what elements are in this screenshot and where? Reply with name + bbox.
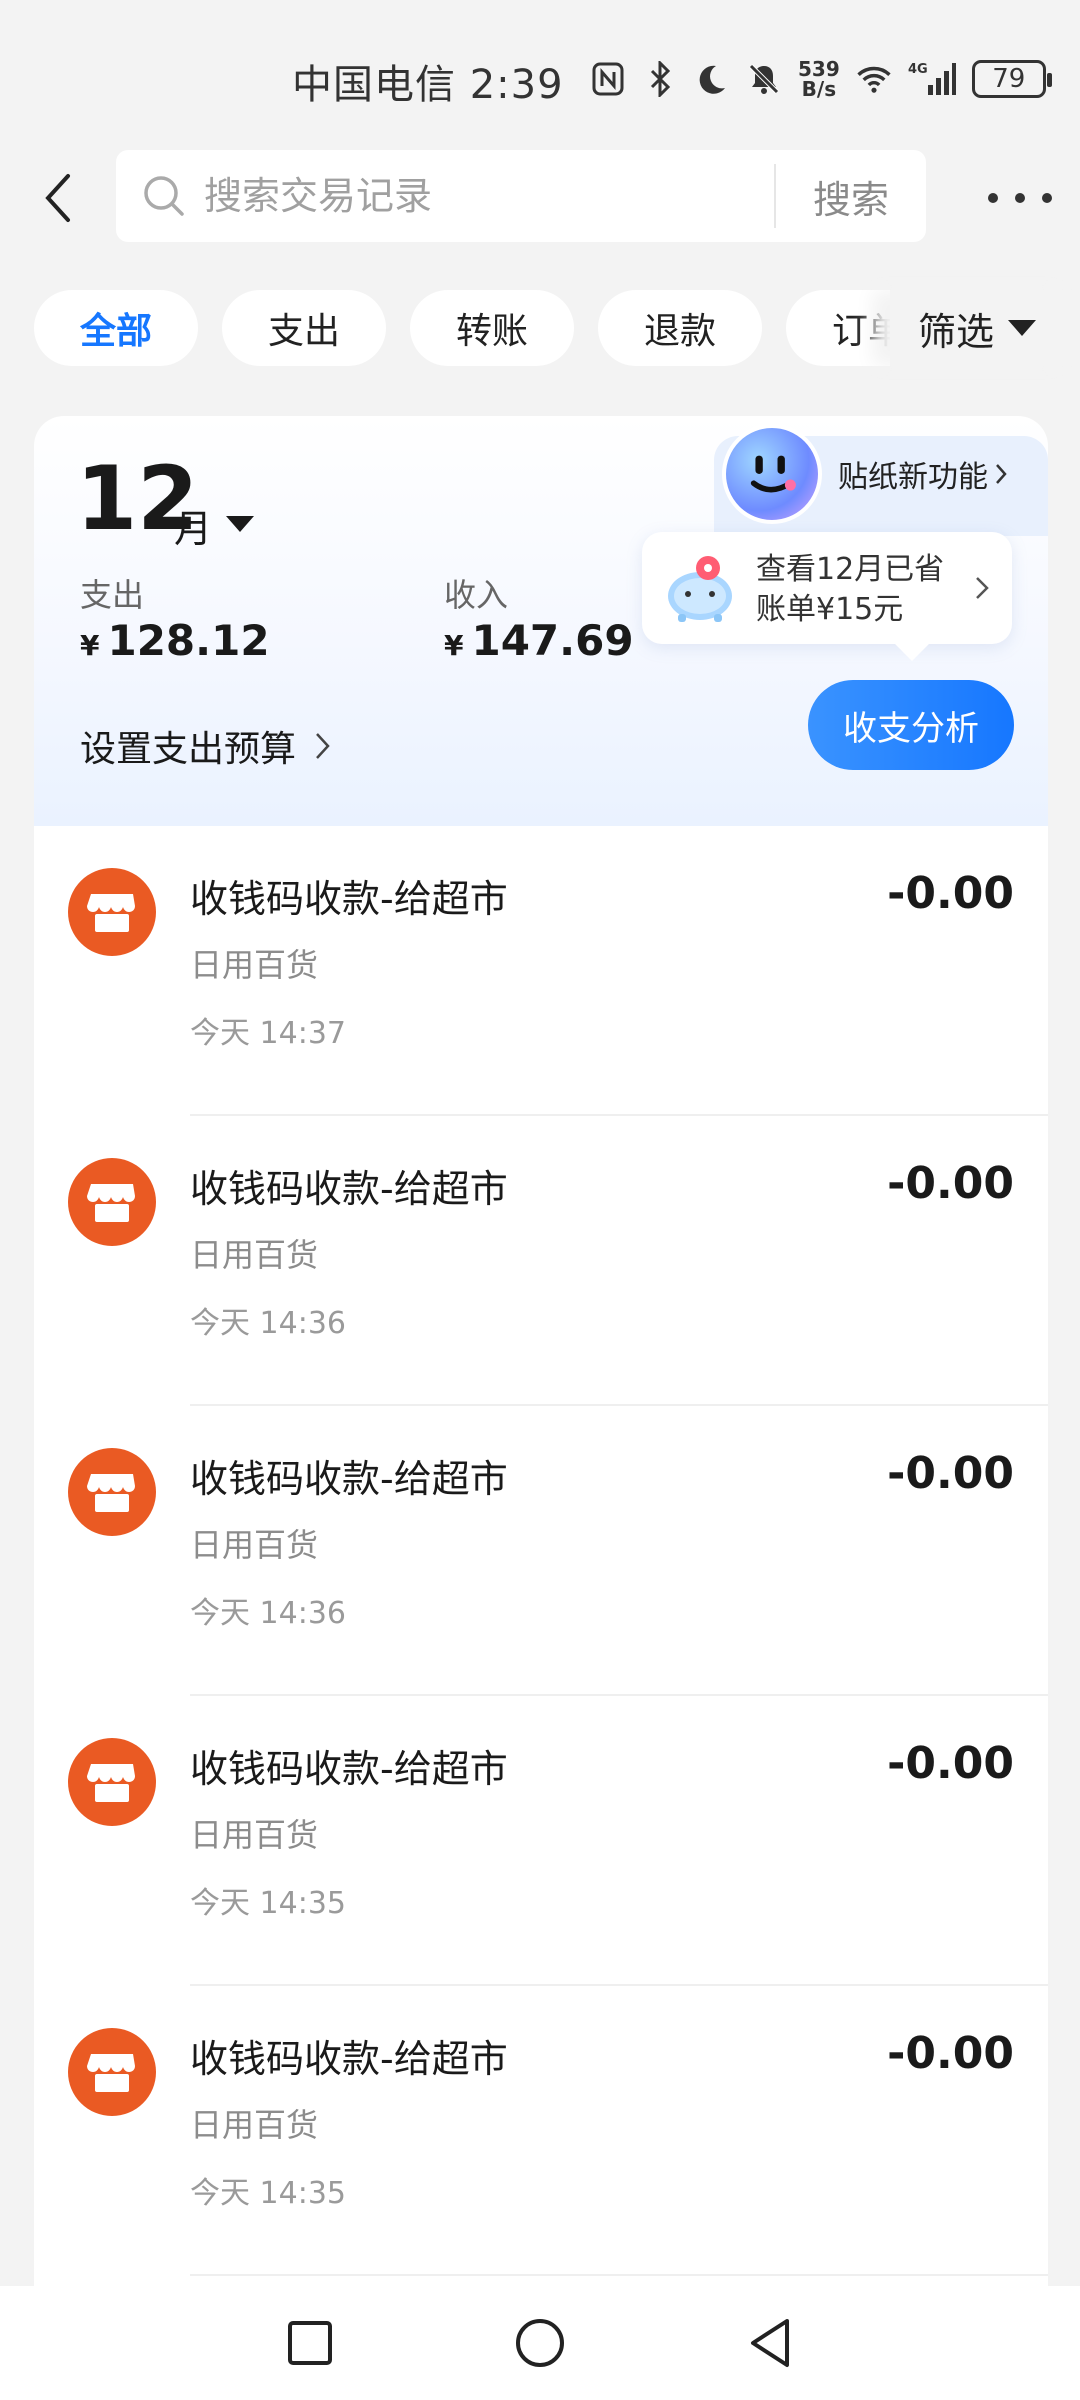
back-arrow-icon	[45, 174, 70, 222]
signal-icon: 4G	[908, 61, 956, 97]
row-divider	[190, 2274, 1048, 2276]
transaction-row[interactable]: 收钱码收款-给超市 日用百货 今天 14:36 -0.00	[34, 1406, 1048, 1696]
transaction-row[interactable]: 收钱码收款-给超市 日用百货 今天 14:37 -0.00	[34, 826, 1048, 1116]
search-box[interactable]: 搜索	[116, 150, 926, 242]
mute-bell-icon	[746, 61, 782, 97]
filter-button[interactable]: 筛选	[890, 290, 1080, 366]
savings-line-2: 账单¥15元	[756, 592, 904, 627]
transaction-time: 今天 14:37	[190, 1016, 346, 1051]
store-icon	[68, 1158, 156, 1246]
savings-text: 查看12月已省 账单¥15元	[756, 550, 944, 630]
recents-button[interactable]	[280, 2313, 340, 2373]
circle-icon	[516, 2319, 564, 2367]
filter-label: 筛选	[918, 309, 995, 354]
income-expense-analysis-button[interactable]: 收支分析	[808, 680, 1014, 770]
net-speed-unit: B/s	[801, 77, 837, 101]
transaction-title: 收钱码收款-给超市	[190, 1747, 508, 1791]
moon-icon	[694, 61, 730, 97]
transaction-category: 日用百货	[190, 1236, 319, 1274]
status-icons: 539 B/s 4G 79	[590, 52, 1052, 106]
month-unit[interactable]: 月	[174, 498, 212, 553]
store-icon	[68, 1448, 156, 1536]
search-icon	[144, 176, 184, 216]
status-bar: 中国电信 2:39 539 B/s 4G 79	[0, 0, 1080, 150]
more-dot-icon	[1042, 193, 1052, 203]
chevron-right-icon	[996, 464, 1007, 484]
square-icon	[288, 2321, 332, 2365]
transaction-time: 今天 14:35	[190, 2176, 346, 2211]
more-options-button[interactable]	[988, 178, 1052, 218]
transaction-time: 今天 14:36	[190, 1306, 346, 1341]
expense-currency: ¥	[80, 629, 100, 662]
system-navigation-bar	[0, 2286, 1080, 2400]
income-currency: ¥	[444, 629, 464, 662]
transaction-category: 日用百货	[190, 2106, 319, 2144]
store-icon	[68, 2028, 156, 2116]
triangle-back-icon	[751, 2319, 789, 2367]
transaction-list: 收钱码收款-给超市 日用百货 今天 14:37 -0.00 收钱码收款-给超市 …	[34, 826, 1048, 2286]
system-back-button[interactable]	[740, 2313, 800, 2373]
sticker-new-feature-link[interactable]: 贴纸新功能	[838, 452, 1008, 496]
battery-level: 79	[992, 64, 1026, 94]
net-speed-value: 539	[798, 57, 840, 81]
caret-down-icon	[1008, 320, 1037, 336]
transaction-row[interactable]: 收钱码收款-给超市 日用百货 今天 14:35 -0.00	[34, 1986, 1048, 2276]
net-speed: 539 B/s	[798, 59, 840, 99]
transaction-category: 日用百货	[190, 1526, 319, 1564]
transaction-amount: -0.00	[887, 868, 1014, 919]
transaction-time: 今天 14:36	[190, 1596, 346, 1631]
transaction-title: 收钱码收款-给超市	[190, 877, 508, 921]
transaction-category: 日用百货	[190, 946, 319, 984]
transaction-category: 日用百货	[190, 1816, 319, 1854]
more-dot-icon	[988, 193, 998, 203]
more-dot-icon	[1015, 193, 1025, 203]
back-button[interactable]	[28, 168, 88, 228]
transaction-title: 收钱码收款-给超市	[190, 1167, 508, 1211]
piggy-bank-icon	[668, 556, 732, 622]
tab-all[interactable]: 全部	[34, 290, 198, 366]
month-dropdown-icon[interactable]	[226, 516, 254, 532]
filter-tabs: 全部 支出 转账 退款 订单 筛选	[0, 290, 1080, 370]
network-type-label: 4G	[908, 62, 928, 77]
bluetooth-icon	[642, 61, 678, 97]
search-input[interactable]	[188, 174, 774, 218]
transaction-time: 今天 14:35	[190, 1886, 346, 1921]
transaction-amount: -0.00	[887, 1448, 1014, 1499]
set-budget-link[interactable]: 设置支出预算	[80, 720, 332, 772]
transaction-amount: -0.00	[887, 2028, 1014, 2079]
wifi-icon	[856, 61, 892, 97]
carrier-time: 中国电信 2:39	[292, 62, 564, 108]
transaction-row[interactable]: 收钱码收款-给超市 日用百货 今天 14:35 -0.00	[34, 1696, 1048, 1986]
income-value: ¥147.69	[444, 616, 634, 665]
sticker-mascot-icon[interactable]	[722, 424, 822, 524]
expense-amount: 128.12	[107, 616, 270, 665]
battery-indicator: 79	[971, 60, 1052, 98]
transaction-amount: -0.00	[887, 1738, 1014, 1789]
transaction-row[interactable]: 收钱码收款-给超市 日用百货 今天 14:36 -0.00	[34, 1116, 1048, 1406]
income-amount: 147.69	[471, 616, 634, 665]
home-button[interactable]	[510, 2313, 570, 2373]
tab-refund[interactable]: 退款	[598, 290, 762, 366]
chevron-right-icon	[976, 577, 989, 599]
tab-transfer[interactable]: 转账	[410, 290, 574, 366]
budget-label: 设置支出预算	[80, 729, 297, 770]
transaction-title: 收钱码收款-给超市	[190, 2037, 508, 2081]
savings-line-1: 查看12月已省	[756, 552, 945, 587]
store-icon	[68, 1738, 156, 1826]
nfc-icon	[590, 61, 626, 97]
transaction-amount: -0.00	[887, 1158, 1014, 1209]
search-button[interactable]: 搜索	[776, 169, 926, 224]
header: 搜索	[0, 150, 1080, 250]
income-label: 收入	[444, 576, 509, 614]
chevron-right-icon	[316, 733, 330, 759]
expense-label: 支出	[80, 576, 145, 614]
tab-expense[interactable]: 支出	[222, 290, 386, 366]
expense-value: ¥128.12	[80, 616, 270, 665]
sticker-label-text: 贴纸新功能	[838, 460, 988, 495]
transaction-title: 收钱码收款-给超市	[190, 1457, 508, 1501]
store-icon	[68, 868, 156, 956]
savings-popup[interactable]: 查看12月已省 账单¥15元	[642, 532, 1012, 644]
